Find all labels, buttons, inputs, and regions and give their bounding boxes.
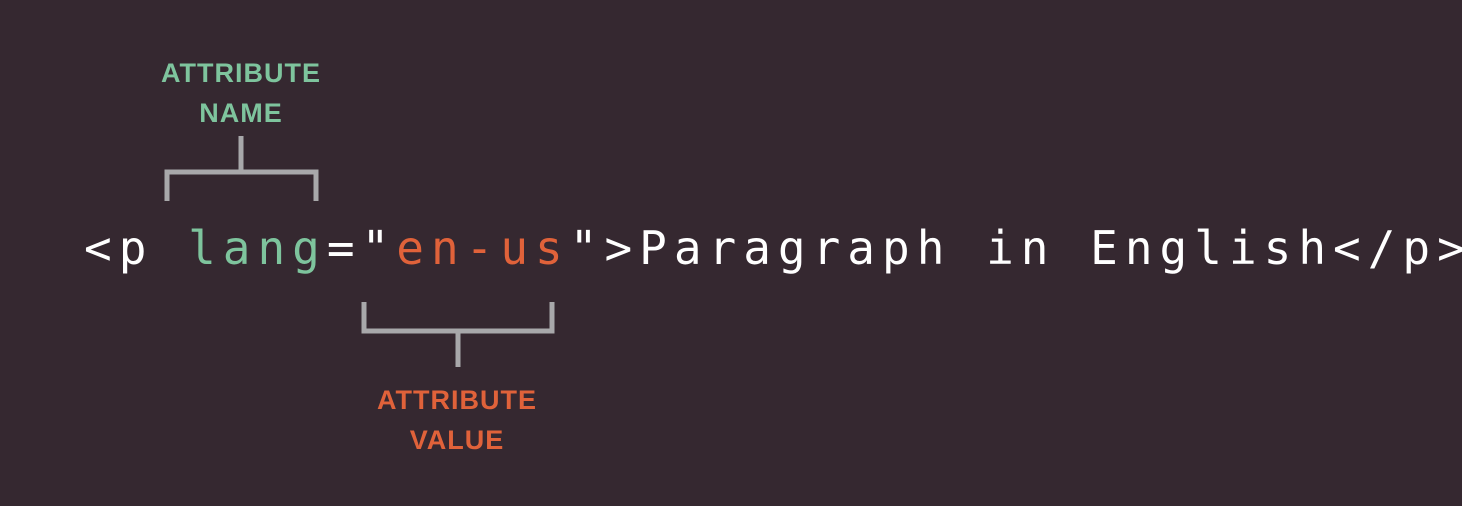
code-close-quote-tag: "> [569, 221, 640, 275]
code-open-tag-start: <p [84, 221, 189, 275]
attribute-value-bracket-arm [361, 302, 555, 334]
attribute-name-label-line-2: NAME [199, 98, 283, 128]
attribute-value-label-line-2: VALUE [409, 425, 505, 455]
code-attribute-value: en-us [396, 221, 570, 275]
attribute-name-bracket-arm [164, 169, 319, 201]
code-close-tag: </p> [1333, 221, 1462, 275]
attribute-name-label-line-1: ATTRIBUTE [161, 58, 321, 88]
html-code-line: <p lang="en-us">Paragraph in English</p> [84, 218, 1462, 278]
attribute-value-bracket [361, 302, 555, 367]
attribute-value-label: ATTRIBUTE VALUE [336, 380, 578, 460]
attribute-value-label-line-1: ATTRIBUTE [377, 385, 537, 415]
attribute-name-bracket [164, 136, 319, 201]
code-element-content: Paragraph in English [639, 221, 1334, 275]
code-equals-quote: =" [326, 221, 397, 275]
attribute-name-label: ATTRIBUTE NAME [120, 53, 362, 133]
attribute-diagram: ATTRIBUTE NAME <p lang="en-us">Paragraph… [0, 0, 1462, 506]
code-attribute-name: lang [188, 221, 327, 275]
